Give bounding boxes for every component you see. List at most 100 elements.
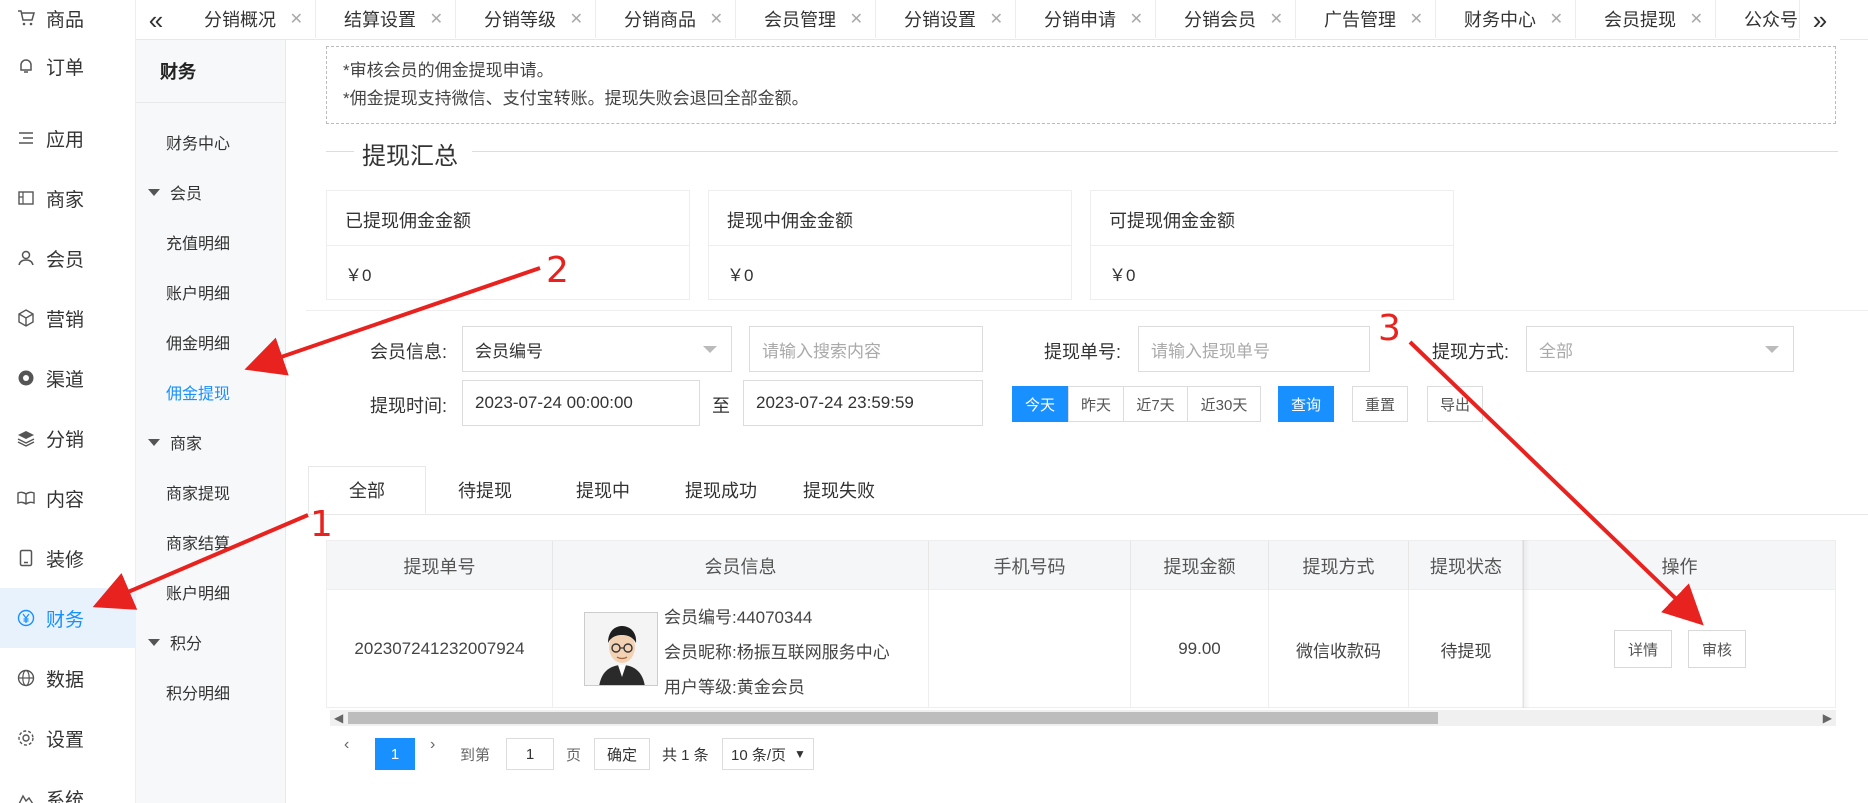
tab-dist-apply[interactable]: 分销申请 ✕: [1016, 0, 1156, 38]
last-30-days-button[interactable]: 近30天: [1187, 386, 1261, 422]
tab-dist-member[interactable]: 分销会员 ✕: [1156, 0, 1296, 38]
scroll-right-icon[interactable]: ▶: [1823, 711, 1832, 725]
subnav-group-member[interactable]: 会员: [148, 180, 202, 204]
tab-dist-settings[interactable]: 分销设置 ✕: [876, 0, 1016, 38]
subnav-title: 财务: [160, 62, 196, 82]
scroll-thumb[interactable]: [348, 712, 1438, 724]
close-icon[interactable]: ✕: [290, 9, 303, 29]
tabs-prev-icon[interactable]: «: [136, 0, 176, 40]
card-value: ￥0: [1109, 266, 1136, 285]
page-unit-label: 页: [566, 747, 582, 764]
yesterday-button[interactable]: 昨天: [1068, 386, 1124, 422]
sidebar-item-member[interactable]: 会员: [0, 228, 136, 288]
member-info-text: 会员编号:44070344 会员昵称:杨振互联网服务中心 用户等级:黄金会员: [664, 600, 890, 705]
sidebar-item-merchant[interactable]: 商家: [0, 168, 136, 228]
subnav-merchant-settle[interactable]: 商家结算: [166, 530, 230, 554]
tabs-next-icon[interactable]: »: [1800, 0, 1840, 40]
review-button[interactable]: 审核: [1688, 630, 1746, 668]
tab-success[interactable]: 提现成功: [662, 466, 780, 514]
group-label: 会员: [170, 186, 203, 203]
subnav-recharge[interactable]: 充值明细: [166, 230, 230, 254]
confirm-page-button[interactable]: 确定: [594, 738, 650, 770]
close-icon[interactable]: ✕: [1270, 9, 1283, 29]
start-time-input[interactable]: 2023-07-24 00:00:00: [462, 380, 700, 426]
tab-dist-goods[interactable]: 分销商品 ✕: [596, 0, 736, 38]
order-no-label: 提现单号:: [1044, 342, 1122, 362]
status-tab-bar: [306, 514, 1868, 515]
member-field-select[interactable]: 会员编号: [462, 326, 732, 372]
table-header: 提现单号 会员信息 手机号码 提现金额 提现方式 提现状态 操作: [326, 540, 1836, 591]
close-icon[interactable]: ✕: [430, 9, 443, 29]
sidebar-item-finance[interactable]: 财务: [0, 588, 136, 648]
close-icon[interactable]: ✕: [1410, 9, 1423, 29]
scroll-left-icon[interactable]: ◀: [334, 711, 343, 725]
close-icon[interactable]: ✕: [1690, 9, 1703, 29]
last-7-days-button[interactable]: 近7天: [1123, 386, 1188, 422]
tab-dist-overview[interactable]: 分销概况 ✕: [176, 0, 316, 38]
divider: [326, 151, 354, 152]
subnav-commission-withdraw[interactable]: 佣金提现: [166, 380, 230, 404]
prev-page-icon[interactable]: ‹: [344, 736, 349, 754]
subnav-commission[interactable]: 佣金明细: [166, 330, 230, 354]
total-count: 共 1 条: [662, 747, 709, 764]
subnav-group-points[interactable]: 积分: [148, 630, 202, 654]
subnav-merchant-account[interactable]: 账户明细: [166, 580, 230, 604]
sidebar-item-system[interactable]: 系统: [0, 768, 136, 803]
subnav-account[interactable]: 账户明细: [166, 280, 230, 304]
subnav-group-merchant[interactable]: 商家: [148, 430, 202, 454]
select-value: 会员编号: [475, 341, 543, 361]
tab-ad-manage[interactable]: 广告管理 ✕: [1296, 0, 1436, 38]
reset-button[interactable]: 重置: [1352, 386, 1408, 422]
close-icon[interactable]: ✕: [710, 9, 723, 29]
sidebar-item-content[interactable]: 内容: [0, 468, 136, 528]
tab-processing[interactable]: 提现中: [544, 466, 662, 514]
secondary-sidebar: 财务 财务中心 会员 充值明细 账户明细 佣金明细 佣金提现 商家 商家提现 商…: [136, 0, 286, 803]
close-icon[interactable]: ✕: [1550, 9, 1563, 29]
detail-button[interactable]: 详情: [1614, 630, 1672, 668]
subnav-finance-center[interactable]: 财务中心: [166, 130, 230, 154]
tab-member-withdraw[interactable]: 会员提现 ✕: [1576, 0, 1716, 38]
search-input[interactable]: 请输入搜索内容: [749, 326, 983, 372]
page-input[interactable]: 1: [506, 738, 554, 770]
gear-icon: [16, 728, 36, 748]
query-button[interactable]: 查询: [1278, 386, 1334, 422]
sidebar-item-settings[interactable]: 设置: [0, 708, 136, 768]
tab-pending[interactable]: 待提现: [426, 466, 544, 514]
tab-settle-settings[interactable]: 结算设置 ✕: [316, 0, 456, 38]
next-page-icon[interactable]: ›: [430, 736, 435, 754]
sidebar-item-marketing[interactable]: 营销: [0, 288, 136, 348]
divider: [472, 151, 1838, 152]
today-button[interactable]: 今天: [1012, 386, 1068, 422]
close-icon[interactable]: ✕: [990, 9, 1003, 29]
sidebar-item-orders[interactable]: 订单: [0, 36, 136, 96]
sidebar-item-data[interactable]: 数据: [0, 648, 136, 708]
page-size-select[interactable]: 10 条/页 ▼: [722, 738, 814, 770]
sidebar-item-apps[interactable]: 应用: [0, 108, 136, 168]
sidebar-item-label: 财务: [46, 609, 85, 631]
tab-finance-center[interactable]: 财务中心 ✕: [1436, 0, 1576, 38]
page-number-current[interactable]: 1: [375, 738, 415, 770]
sidebar-item-decoration[interactable]: 装修: [0, 528, 136, 588]
method-select[interactable]: 全部: [1526, 326, 1794, 372]
export-button[interactable]: 导出: [1427, 386, 1483, 422]
horizontal-scrollbar[interactable]: ◀ ▶: [330, 710, 1836, 726]
tab-label: 财务中心: [1464, 10, 1536, 30]
end-time-input[interactable]: 2023-07-24 23:59:59: [743, 380, 983, 426]
tab-official-account[interactable]: 公众号: [1716, 0, 1800, 38]
sidebar-item-channel[interactable]: 渠道: [0, 348, 136, 408]
tab-failed[interactable]: 提现失败: [780, 466, 898, 514]
tab-member-manage[interactable]: 会员管理 ✕: [736, 0, 876, 38]
channel-icon: [16, 368, 36, 388]
goto-label: 到第: [460, 747, 491, 764]
order-no-input[interactable]: 请输入提现单号: [1138, 326, 1370, 372]
tab-dist-level[interactable]: 分销等级 ✕: [456, 0, 596, 38]
user-icon: [16, 248, 36, 268]
divider: [136, 102, 286, 103]
close-icon[interactable]: ✕: [1130, 9, 1143, 29]
subnav-merchant-withdraw[interactable]: 商家提现: [166, 480, 230, 504]
subnav-points-detail[interactable]: 积分明细: [166, 680, 230, 704]
close-icon[interactable]: ✕: [570, 9, 583, 29]
sidebar-item-label: 商品: [46, 9, 85, 31]
sidebar-item-distribution[interactable]: 分销: [0, 408, 136, 468]
close-icon[interactable]: ✕: [850, 9, 863, 29]
